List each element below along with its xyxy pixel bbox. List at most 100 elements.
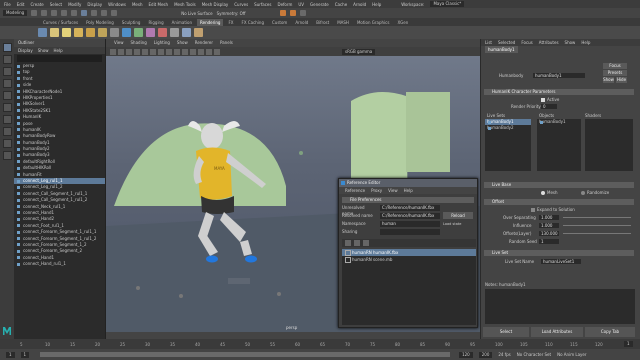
menu-edit-mesh[interactable]: Edit Mesh: [149, 2, 169, 7]
volume-light-icon[interactable]: [110, 28, 119, 37]
offset-slider[interactable]: [563, 233, 631, 234]
camera-attributes-icon[interactable]: [118, 48, 124, 55]
outliner-layout-icon[interactable]: [2, 139, 12, 148]
hypershade-icon[interactable]: [170, 28, 179, 37]
render-priority-field[interactable]: 0: [541, 104, 557, 109]
paint-select-icon[interactable]: [2, 67, 12, 76]
copy-tab-button[interactable]: Copy Tab: [585, 327, 635, 337]
menu-create[interactable]: Create: [30, 2, 43, 7]
objects-list[interactable]: humanBody1: [537, 119, 581, 171]
save-scene-icon[interactable]: [51, 10, 58, 16]
image-plane-icon[interactable]: [134, 48, 140, 55]
current-frame-field[interactable]: 1: [624, 341, 633, 347]
outliner-menu-show[interactable]: Show: [38, 47, 49, 54]
shelf-tab-poly[interactable]: Poly Modeling: [83, 19, 117, 26]
rotate-tool-icon[interactable]: [2, 91, 12, 100]
menu-generate[interactable]: Generate: [310, 2, 329, 7]
hide-button[interactable]: Hide: [616, 77, 627, 83]
outliner-search-input[interactable]: [17, 55, 102, 62]
menu-arnold[interactable]: Arnold: [353, 2, 366, 7]
ipr-render-icon[interactable]: [289, 10, 296, 16]
viewport-menu-panels[interactable]: Panels: [220, 39, 233, 47]
directional-light-icon[interactable]: [62, 28, 71, 37]
lambert-material-icon[interactable]: [122, 28, 131, 37]
shelf-tab-rigging[interactable]: Rigging: [145, 19, 166, 26]
menu-uv[interactable]: UV: [298, 2, 304, 7]
list-item[interactable]: humanBody1: [537, 119, 581, 125]
lasso-tool-icon[interactable]: [2, 55, 12, 64]
ambient-light-icon[interactable]: [50, 28, 59, 37]
attr-menu-attributes[interactable]: Attributes: [539, 39, 559, 46]
snap-curve-icon[interactable]: [101, 10, 108, 16]
viewport-menu-lighting[interactable]: Lighting: [154, 39, 170, 47]
isolate-select-icon[interactable]: [214, 48, 220, 55]
select-camera-icon[interactable]: [110, 48, 116, 55]
open-scene-icon[interactable]: [41, 10, 48, 16]
attr-menu-help[interactable]: Help: [581, 39, 590, 46]
blinn-material-icon[interactable]: [134, 28, 143, 37]
use-all-lights-icon[interactable]: [190, 48, 196, 55]
field-value[interactable]: [380, 229, 440, 235]
shelf-tab-arnold[interactable]: Arnold: [292, 19, 311, 26]
mode-dropdown[interactable]: Modeling: [3, 10, 28, 16]
menu-deform[interactable]: Deform: [277, 2, 292, 7]
menu-windows[interactable]: Windows: [108, 2, 126, 7]
shelf-tab-mash[interactable]: MASH: [334, 19, 352, 26]
menu-modify[interactable]: Modify: [68, 2, 81, 7]
field-value[interactable]: C:/Reference/humanIK.fbx: [380, 205, 440, 211]
presets-button[interactable]: Presets: [603, 70, 627, 76]
anim-layer-dropdown[interactable]: No Anim Layer: [557, 352, 586, 357]
overlapping-slider[interactable]: [563, 217, 631, 218]
menu-surfaces[interactable]: Surfaces: [254, 2, 271, 7]
create-reference-icon[interactable]: [345, 240, 351, 246]
symmetry-label[interactable]: Symmetry: Off: [217, 11, 246, 16]
file-preferences-section[interactable]: File Preferences: [342, 197, 474, 203]
section-character-params[interactable]: HumanIK Character Parameters: [484, 89, 634, 95]
workspace-dropdown[interactable]: Maya Classic*: [430, 1, 465, 7]
viewport-menu-renderer[interactable]: Renderer: [195, 39, 213, 47]
snap-point-icon[interactable]: [111, 10, 118, 16]
ref-menu-view[interactable]: View: [388, 187, 398, 194]
colorspace-dropdown[interactable]: sRGB gamma: [342, 48, 376, 55]
attr-menu-selected[interactable]: Selected: [498, 39, 515, 46]
load-attributes-button[interactable]: Load Attributes: [531, 327, 583, 337]
xray-icon[interactable]: [206, 48, 212, 55]
outliner-item[interactable]: connect_Hand_rul1_1: [14, 261, 105, 267]
single-view-icon[interactable]: [2, 115, 12, 124]
grid-toggle-icon[interactable]: [142, 48, 148, 55]
overlapping-field[interactable]: 1.000: [539, 215, 559, 220]
redo-icon[interactable]: [71, 10, 78, 16]
four-view-icon[interactable]: [2, 127, 12, 136]
list-item[interactable]: humanBody2: [485, 125, 531, 131]
render-settings-icon[interactable]: [299, 10, 306, 16]
shelf-tab-custom[interactable]: Custom: [269, 19, 290, 26]
fps-dropdown[interactable]: 24 fps: [498, 352, 510, 357]
render-icon[interactable]: [279, 10, 286, 16]
render-view-icon[interactable]: [158, 28, 167, 37]
shelf-tab-bifrost[interactable]: Bifrost: [313, 19, 332, 26]
batch-render-icon[interactable]: [194, 28, 203, 37]
select-tool-icon[interactable]: [2, 43, 12, 52]
shelf-tab-curves[interactable]: Curves / Surfaces: [40, 19, 81, 26]
reload-button[interactable]: Reload: [443, 212, 473, 219]
spot-light-icon[interactable]: [86, 28, 95, 37]
menu-help[interactable]: Help: [372, 2, 381, 7]
attr-menu-show[interactable]: Show: [565, 39, 576, 46]
move-tool-icon[interactable]: [2, 79, 12, 88]
offset-field[interactable]: 130.000: [539, 231, 559, 236]
range-slider[interactable]: [40, 352, 450, 357]
point-light-icon[interactable]: [74, 28, 83, 37]
section-live-set[interactable]: Live Set: [484, 250, 634, 256]
range-start-field[interactable]: 1: [20, 351, 30, 358]
viewport-menu-shading[interactable]: Shading: [131, 39, 147, 47]
ref-menu-reference[interactable]: Reference: [345, 187, 365, 194]
viewport-menu-view[interactable]: View: [114, 39, 124, 47]
attr-menu-focus[interactable]: Focus: [521, 39, 532, 46]
viewport-menu-show[interactable]: Show: [177, 39, 188, 47]
resolution-gate-icon[interactable]: [158, 48, 164, 55]
shelf-tab-motion-graphics[interactable]: Motion Graphics: [354, 19, 393, 26]
outliner-menu-help[interactable]: Help: [54, 47, 63, 54]
expand-checkbox[interactable]: [531, 208, 535, 212]
influence-slider[interactable]: [563, 225, 631, 226]
textured-icon[interactable]: [182, 48, 188, 55]
